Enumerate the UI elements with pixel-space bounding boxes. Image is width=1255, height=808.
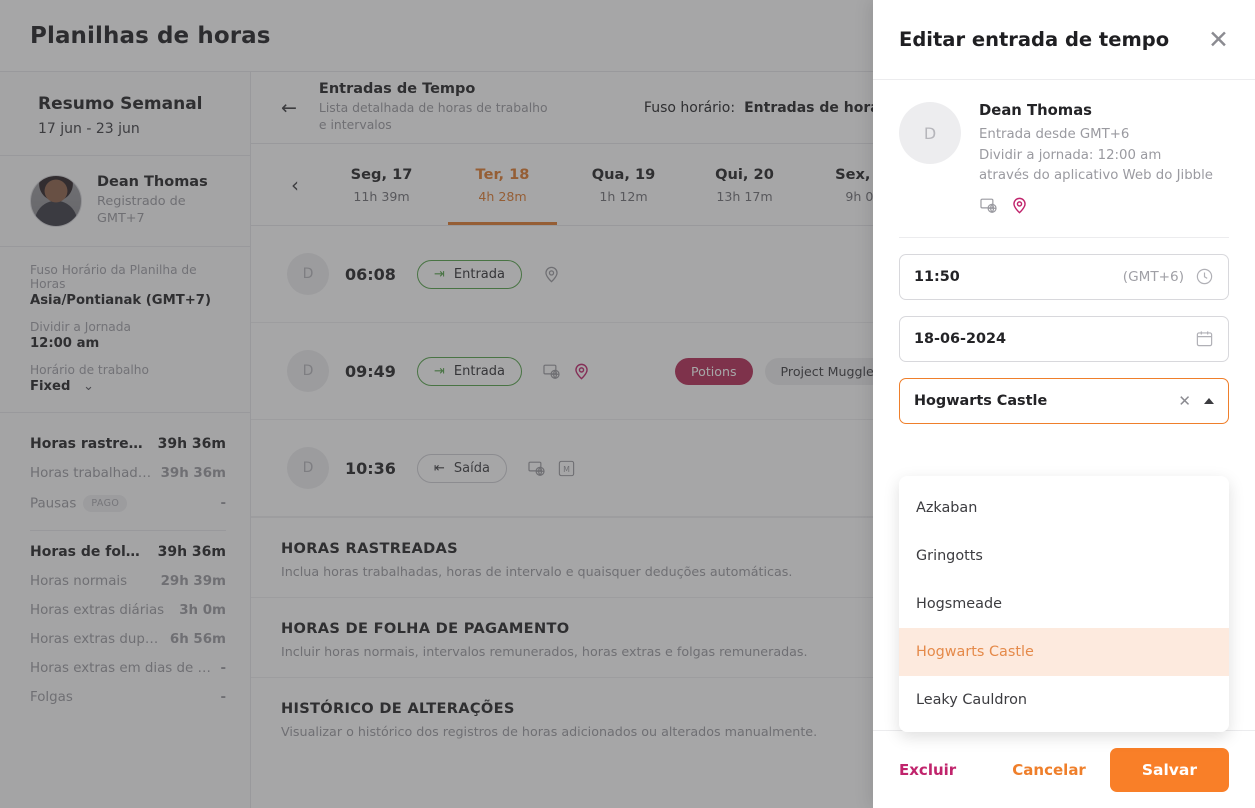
clock-icon[interactable] (1195, 267, 1214, 286)
panel-user-line2: Dividir a jornada: 12:00 am (979, 147, 1162, 163)
edit-time-entry-panel: Editar entrada de tempo ✕ D Dean Thomas … (873, 0, 1255, 808)
panel-user-line3: através do aplicativo Web do Jibble (979, 168, 1213, 184)
panel-footer: Excluir Cancelar Salvar (873, 730, 1255, 808)
panel-body: D Dean Thomas Entrada desde GMT+6 Dividi… (873, 80, 1255, 732)
panel-user-block: D Dean Thomas Entrada desde GMT+6 Dividi… (899, 80, 1229, 238)
location-field[interactable]: Hogwarts Castle ✕ (899, 377, 1229, 424)
panel-header: Editar entrada de tempo ✕ (873, 0, 1255, 80)
time-timezone-suffix: (GMT+6) (1122, 268, 1184, 285)
dropdown-option-azkaban[interactable]: Azkaban (899, 484, 1229, 532)
panel-user-details: Dean Thomas Entrada desde GMT+6 Dividir … (979, 102, 1213, 215)
delete-button[interactable]: Excluir (899, 761, 956, 779)
close-icon[interactable]: ✕ (1208, 27, 1229, 52)
save-button[interactable]: Salvar (1109, 747, 1229, 792)
location-pin-icon[interactable] (1010, 196, 1029, 215)
dropdown-option-gringotts[interactable]: Gringotts (899, 532, 1229, 580)
dropdown-option-hogwarts-castle[interactable]: Hogwarts Castle (899, 628, 1229, 676)
cancel-button[interactable]: Cancelar (1012, 761, 1086, 779)
clear-icon[interactable]: ✕ (1178, 392, 1191, 410)
app-root: Planilhas de horas 5:31:03 Charms Projec… (0, 0, 1255, 808)
location-value: Hogwarts Castle (914, 392, 1048, 409)
dropdown-option-leaky-cauldron[interactable]: Leaky Cauldron (899, 676, 1229, 724)
panel-user-icons (979, 196, 1213, 215)
panel-user-line1: Entrada desde GMT+6 (979, 127, 1130, 142)
web-app-icon[interactable] (979, 196, 998, 215)
date-field[interactable]: 18-06-2024 (899, 315, 1229, 362)
panel-user-name: Dean Thomas (979, 102, 1092, 119)
date-value: 18-06-2024 (914, 330, 1007, 347)
panel-title: Editar entrada de tempo (899, 28, 1170, 51)
location-dropdown-list: Azkaban Gringotts Hogsmeade Hogwarts Cas… (899, 476, 1229, 732)
time-value: 11:50 (914, 268, 960, 285)
time-field[interactable]: 11:50 (GMT+6) (899, 253, 1229, 300)
chevron-up-icon[interactable] (1204, 397, 1214, 404)
dropdown-option-hogsmeade[interactable]: Hogsmeade (899, 580, 1229, 628)
avatar: D (899, 102, 961, 164)
calendar-icon[interactable] (1195, 329, 1214, 348)
